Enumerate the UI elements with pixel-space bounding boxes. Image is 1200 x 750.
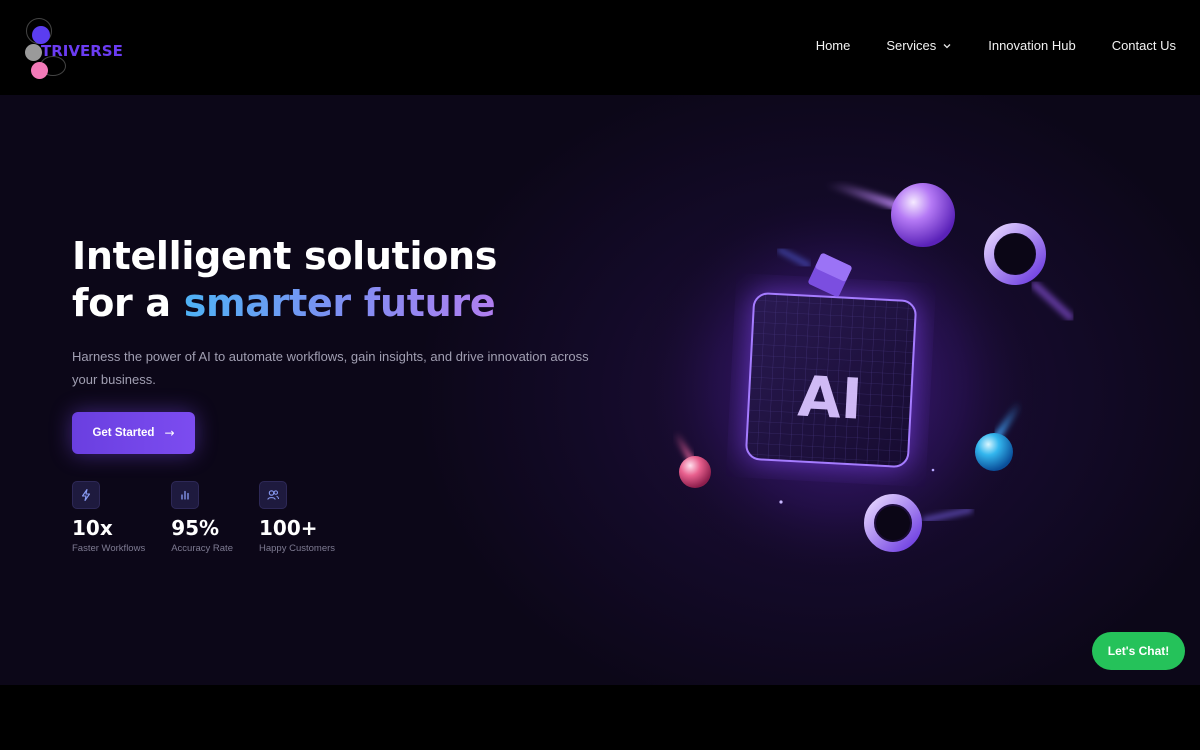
headline-line-1: Intelligent solutions: [72, 234, 498, 278]
nav-contact-us-label: Contact Us: [1111, 38, 1176, 53]
stat-value: 100+: [258, 516, 318, 540]
nav-home[interactable]: Home: [816, 38, 851, 53]
ai-illustration: AI: [630, 95, 1140, 615]
hero-subtext: Harness the power of AI to automate work…: [72, 349, 589, 387]
blue-sphere: [975, 433, 1013, 471]
headline-line-2-prefix: for a: [72, 281, 184, 325]
stat-value: 95%: [171, 516, 220, 540]
nav-home-label: Home: [815, 38, 851, 53]
trail: [1031, 281, 1074, 321]
get-started-label: Get Started: [92, 427, 155, 439]
stat-happy-customers: 100+ Happy Customers: [258, 481, 336, 554]
footer-band: [0, 685, 1200, 750]
lets-chat-label: Let's Chat!: [1107, 644, 1170, 658]
ai-card-label: AI: [796, 364, 864, 432]
headline-highlight: smarter future: [183, 281, 496, 325]
bar-chart-icon: [171, 481, 200, 509]
brand-logo[interactable]: TRIVERSE: [22, 16, 123, 80]
nav-contact-us[interactable]: Contact Us: [1112, 38, 1176, 53]
stat-accuracy-rate: 95% Accuracy Rate: [171, 481, 233, 554]
ai-card: AI: [745, 292, 917, 468]
logo-dot: [25, 44, 42, 61]
lets-chat-button[interactable]: Let's Chat!: [1092, 632, 1185, 670]
nav-services-label: Services: [886, 38, 937, 53]
hero-headline: Intelligent solutions for a smarter futu…: [72, 233, 497, 327]
users-icon: [258, 481, 287, 509]
nav-innovation-hub-label: Innovation Hub: [988, 38, 1076, 53]
sparkle-dot: [931, 468, 935, 472]
logo-dot: [31, 62, 48, 79]
stat-value: 10x: [72, 516, 113, 540]
purple-sphere: [891, 183, 955, 247]
brand-name: TRIVERSE: [41, 42, 123, 60]
stat-label: Happy Customers: [258, 543, 336, 554]
get-started-button[interactable]: Get Started →: [72, 412, 195, 454]
site-header: TRIVERSE Home Services Innovation Hub Co…: [0, 0, 1200, 95]
nav-innovation-hub[interactable]: Innovation Hub: [988, 38, 1075, 53]
nav-services[interactable]: Services: [886, 38, 952, 53]
lightning-icon: [72, 481, 100, 509]
stat-label: Faster Workflows: [72, 543, 146, 554]
main-nav: Home Services Innovation Hub Contact Us: [816, 38, 1176, 53]
stat-label: Accuracy Rate: [171, 543, 233, 554]
arrow-right-icon: →: [164, 426, 175, 440]
chevron-down-icon: [943, 43, 951, 48]
stat-faster-workflows: 10x Faster Workflows: [72, 481, 145, 554]
stats-row: 10x Faster Workflows 95% Accuracy Rate 1…: [72, 481, 361, 554]
pink-sphere: [679, 456, 711, 488]
sparkle-dot: [779, 500, 783, 504]
